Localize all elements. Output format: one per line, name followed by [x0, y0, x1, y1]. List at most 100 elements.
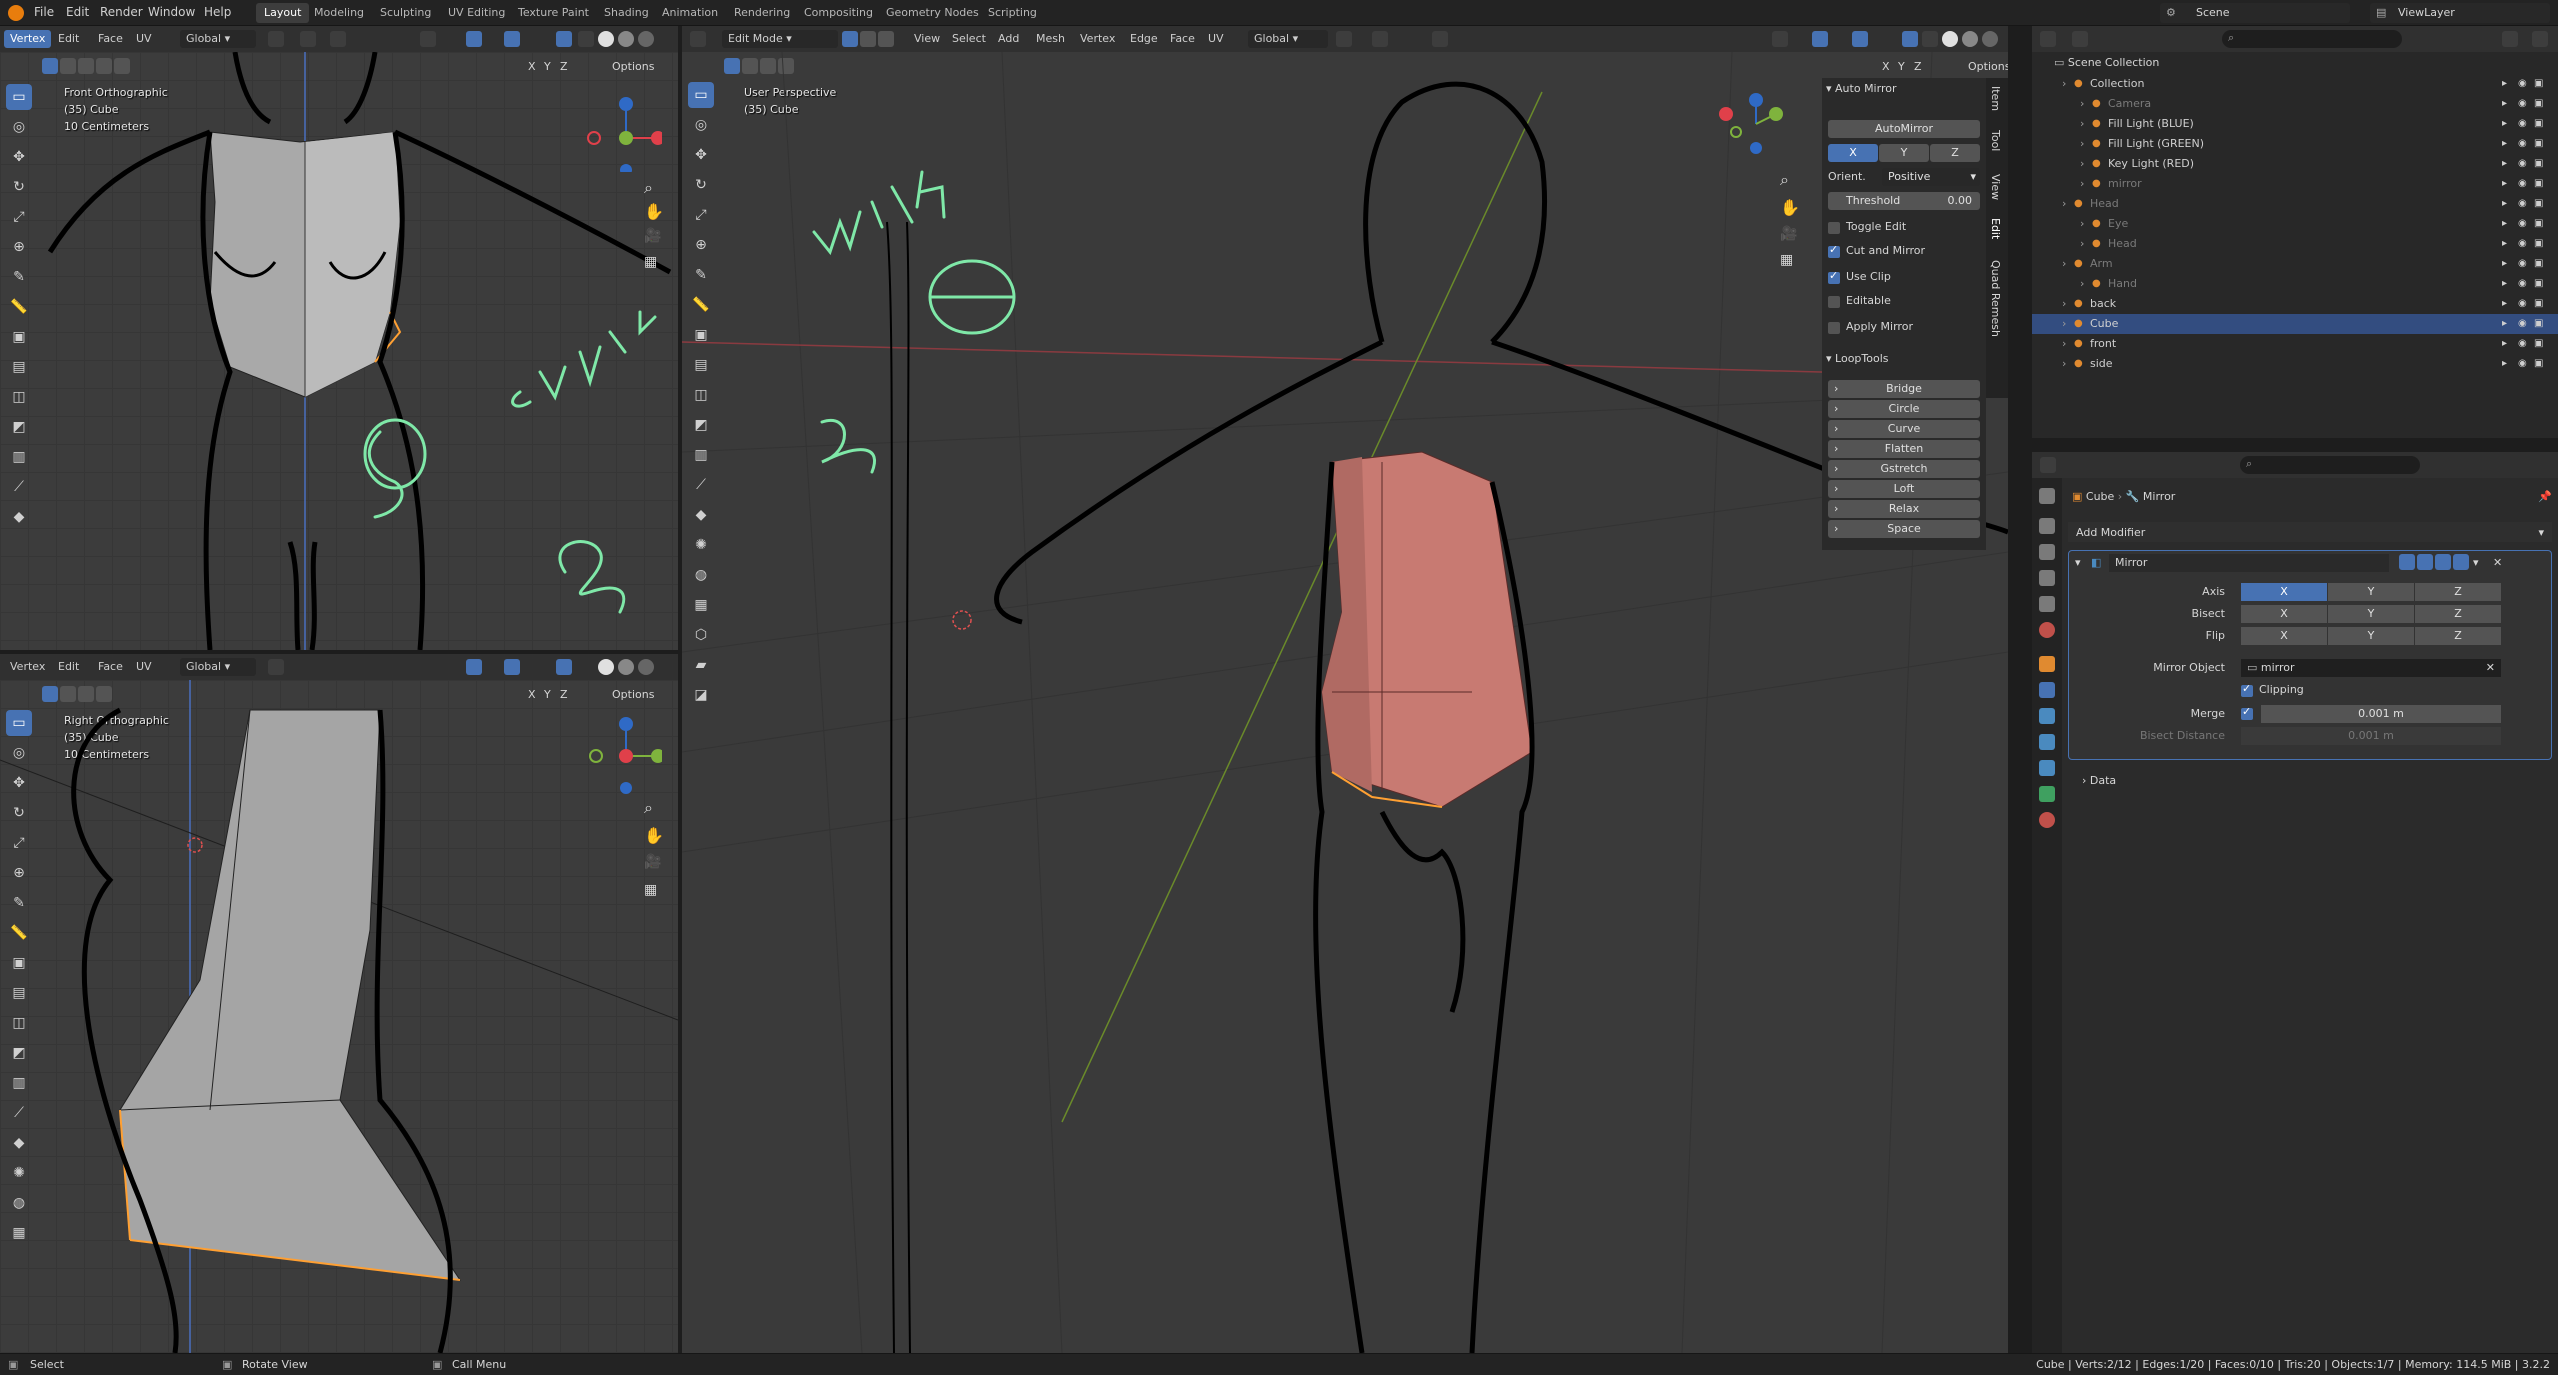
- menu-add[interactable]: Add: [992, 30, 1025, 48]
- tab-view[interactable]: View: [1989, 174, 2002, 200]
- select-edge-icon[interactable]: [860, 31, 876, 47]
- expand-arrow-icon[interactable]: ›: [2080, 174, 2084, 194]
- snap-icon[interactable]: [1372, 31, 1388, 47]
- camera-icon[interactable]: 🎥: [644, 228, 661, 244]
- axis-x-toggle[interactable]: X: [2241, 583, 2327, 601]
- annotate-tool[interactable]: ✎: [6, 264, 32, 290]
- transform-tool[interactable]: ⊕: [6, 860, 32, 886]
- menu-uv[interactable]: UV: [1202, 30, 1230, 48]
- select-icon[interactable]: ▸: [2502, 354, 2507, 374]
- properties-search-input[interactable]: ⌕: [2240, 456, 2420, 474]
- right-viewport[interactable]: X Y Z Options Right Orthographic (35) Cu…: [0, 680, 678, 1353]
- looptools-curve-button[interactable]: › Curve: [1828, 420, 1980, 438]
- tool-tab-icon[interactable]: [2039, 488, 2055, 504]
- tab-texture-paint[interactable]: Texture Paint: [510, 3, 597, 23]
- rip-tool[interactable]: ◪: [688, 682, 714, 708]
- pan-hand-icon[interactable]: ✋: [644, 202, 664, 221]
- outliner-row[interactable]: › ● Fill Light (BLUE) ▸ ◉ ▣: [2032, 114, 2558, 134]
- data-subpanel[interactable]: › Data: [2082, 774, 2116, 787]
- expand-arrow-icon[interactable]: ›: [2080, 274, 2084, 294]
- filter-icon[interactable]: [2502, 31, 2518, 47]
- bevel-tool[interactable]: ◩: [6, 414, 32, 440]
- apply-mirror-checkbox[interactable]: [1828, 322, 1840, 334]
- cage-toggle-icon[interactable]: [2417, 554, 2433, 570]
- front-viewport[interactable]: X Y Z Options Front Orthographic (35) Cu…: [0, 52, 678, 650]
- tab-quad-remesh[interactable]: Quad Remesh: [1989, 260, 2002, 337]
- cut-and-mirror-checkbox[interactable]: [1828, 243, 1840, 258]
- shading-solid-icon[interactable]: [598, 31, 614, 47]
- editor-type-icon[interactable]: [2040, 457, 2056, 473]
- outliner-row[interactable]: › ● Head ▸ ◉ ▣: [2032, 234, 2558, 254]
- vertex-mode-button[interactable]: Vertex: [4, 658, 51, 676]
- measure-tool[interactable]: 📏: [6, 294, 32, 320]
- tab-geometry-nodes[interactable]: Geometry Nodes: [878, 3, 987, 23]
- shading-rendered-icon[interactable]: [638, 659, 654, 675]
- menu-select[interactable]: Select: [946, 30, 992, 48]
- proportional-icon[interactable]: [330, 31, 346, 47]
- tab-layout[interactable]: Layout: [256, 3, 310, 23]
- transform-tool[interactable]: ⊕: [688, 232, 714, 258]
- automirror-axis-y[interactable]: Y: [1879, 144, 1929, 162]
- xray-icon[interactable]: [1902, 31, 1918, 47]
- visibility-icon[interactable]: [1772, 31, 1788, 47]
- automirror-axis-x[interactable]: X: [1828, 144, 1878, 162]
- constraints-tab-icon[interactable]: [2039, 760, 2055, 776]
- annotate-tool[interactable]: ✎: [6, 890, 32, 916]
- menu-help[interactable]: Help: [204, 5, 231, 19]
- bevel-tool[interactable]: ◩: [6, 1040, 32, 1066]
- overlays-icon[interactable]: [504, 31, 520, 47]
- outliner-row[interactable]: › ● Collection ▸ ◉ ▣: [2032, 74, 2558, 94]
- looptools-circle-button[interactable]: › Circle: [1828, 400, 1980, 418]
- rotate-tool[interactable]: ↻: [6, 174, 32, 200]
- eye-icon[interactable]: ◉: [2518, 114, 2527, 134]
- collapse-toggle[interactable]: ▾: [2075, 556, 2081, 569]
- tab-rendering[interactable]: Rendering: [726, 3, 798, 23]
- expand-arrow-icon[interactable]: ›: [2080, 214, 2084, 234]
- pan-hand-icon[interactable]: ✋: [644, 826, 664, 845]
- material-tab-icon[interactable]: [2039, 812, 2055, 828]
- expand-arrow-icon[interactable]: ›: [2062, 194, 2066, 214]
- cursor-tool[interactable]: ◎: [688, 112, 714, 138]
- display-mode-icon[interactable]: [2072, 31, 2088, 47]
- pan-hand-icon[interactable]: ✋: [1780, 198, 1800, 217]
- select-icon[interactable]: ▸: [2502, 314, 2507, 334]
- outliner-row[interactable]: › ● side ▸ ◉ ▣: [2032, 354, 2558, 374]
- spin-tool[interactable]: ✺: [6, 1160, 32, 1186]
- remove-modifier-icon[interactable]: ✕: [2493, 556, 2502, 569]
- ortho-grid-icon[interactable]: ▦: [1780, 252, 1793, 268]
- add-modifier-dropdown[interactable]: Add Modifier ▾: [2068, 522, 2552, 542]
- camera-render-icon[interactable]: ▣: [2534, 94, 2543, 114]
- cursor-tool[interactable]: ◎: [6, 740, 32, 766]
- camera-render-icon[interactable]: ▣: [2534, 154, 2543, 174]
- menu-edge[interactable]: Edit: [52, 30, 85, 48]
- eye-icon[interactable]: ◉: [2518, 354, 2527, 374]
- orientation-dropdown[interactable]: Global ▾: [1248, 30, 1328, 48]
- zoom-icon[interactable]: ⌕: [644, 178, 653, 198]
- clear-icon[interactable]: ✕: [2486, 661, 2495, 674]
- select-box-tool[interactable]: ▭: [6, 710, 32, 736]
- bisect-y-toggle[interactable]: Y: [2328, 605, 2414, 623]
- select-face-icon[interactable]: [878, 31, 894, 47]
- camera-icon[interactable]: 🎥: [644, 854, 661, 870]
- modifier-tab-icon[interactable]: [2039, 682, 2055, 698]
- select-icon[interactable]: ▸: [2502, 114, 2507, 134]
- vertex-mode-button[interactable]: Vertex: [4, 30, 52, 48]
- tab-tool[interactable]: Tool: [1989, 130, 2002, 151]
- looptools-relax-button[interactable]: › Relax: [1828, 500, 1980, 518]
- inset-tool[interactable]: ◫: [688, 382, 714, 408]
- bisect-x-toggle[interactable]: X: [2241, 605, 2327, 623]
- expand-arrow-icon[interactable]: ›: [2062, 354, 2066, 374]
- measure-tool[interactable]: 📏: [688, 292, 714, 318]
- eye-icon[interactable]: ◉: [2518, 74, 2527, 94]
- add-cube-tool[interactable]: ▣: [6, 950, 32, 976]
- pivot-icon[interactable]: [268, 659, 284, 675]
- polybuild-tool[interactable]: ◆: [6, 504, 32, 530]
- mode-dropdown[interactable]: Edit Mode ▾: [722, 30, 838, 48]
- shading-material-icon[interactable]: [618, 659, 634, 675]
- polybuild-tool[interactable]: ◆: [688, 502, 714, 528]
- blender-logo-icon[interactable]: [8, 5, 24, 21]
- overlays-icon[interactable]: [1852, 31, 1868, 47]
- menu-file[interactable]: File: [34, 5, 54, 19]
- physics-tab-icon[interactable]: [2039, 734, 2055, 750]
- eye-icon[interactable]: ◉: [2518, 134, 2527, 154]
